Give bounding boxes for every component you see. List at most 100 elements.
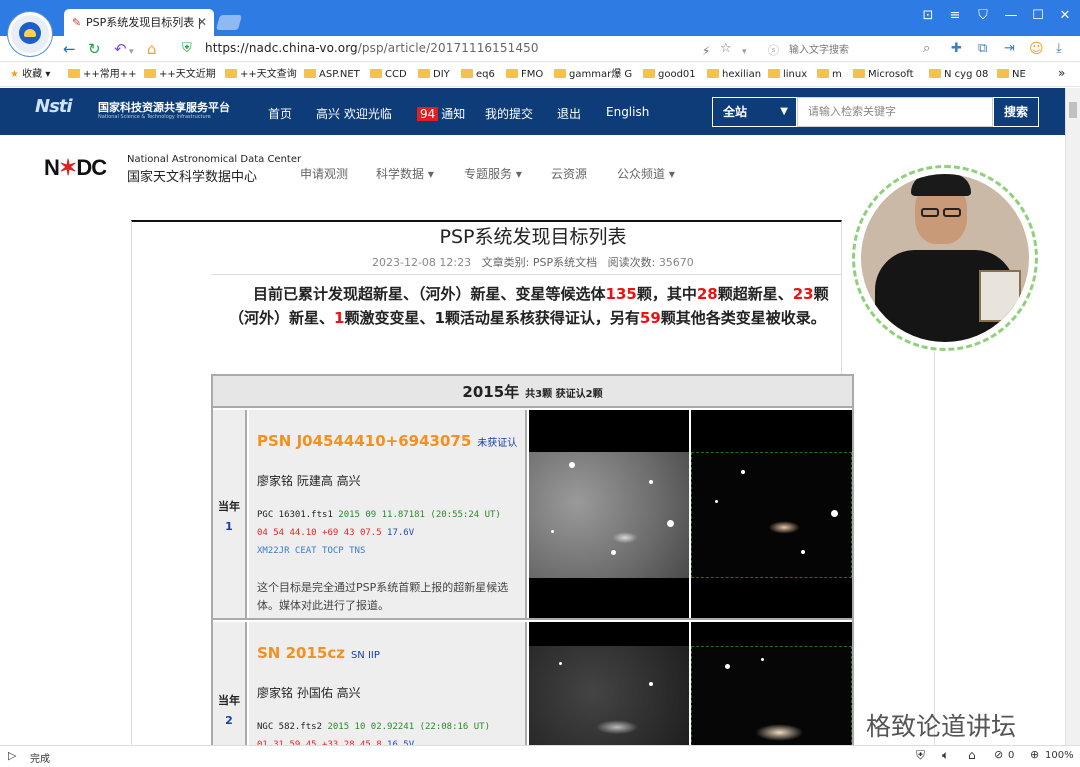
row-number[interactable]: 1 xyxy=(213,520,245,533)
bookmark-item[interactable]: eq6 xyxy=(461,68,495,82)
bookmark-label: good01 xyxy=(658,69,696,80)
minimize-icon[interactable]: — xyxy=(1003,8,1019,23)
nav-logout[interactable]: 退出 xyxy=(557,105,581,122)
observers: 廖家铭 阮建高 高兴 xyxy=(257,474,361,488)
scroll-thumb[interactable] xyxy=(1069,102,1077,118)
bookmark-item[interactable]: N cyg 08 xyxy=(929,68,988,82)
bookmark-item[interactable]: ++天文查询 xyxy=(225,68,297,82)
search-button[interactable]: 搜索 xyxy=(993,97,1039,127)
home-icon[interactable]: ⌂ xyxy=(147,39,157,59)
menu-science-data[interactable]: 科学数据 ▾ xyxy=(376,165,434,182)
discovery-image[interactable] xyxy=(529,410,689,618)
back-icon[interactable]: ← xyxy=(63,39,76,59)
bookmark-item[interactable]: gammar爆 G xyxy=(554,68,632,82)
bookmark-label: eq6 xyxy=(476,69,495,80)
menu-cloud[interactable]: 云资源 xyxy=(551,165,587,182)
star-icon[interactable]: ☆ xyxy=(720,39,732,59)
year-summary: 共3颗 获证认2颗 xyxy=(525,389,603,400)
menu-public[interactable]: 公众频道 ▾ xyxy=(617,165,675,182)
close-icon[interactable]: ✕ xyxy=(1057,8,1073,23)
bookmark-item[interactable]: NE xyxy=(997,68,1026,82)
bookmark-item[interactable]: ASP.NET xyxy=(304,68,360,82)
reference-links[interactable]: XM22JR CEAT TOCP TNS xyxy=(257,546,365,556)
obs-time: (20:55:24 UT) xyxy=(430,510,501,520)
bookmark-item[interactable]: linux xyxy=(768,68,807,82)
menu-icon[interactable]: ≡ xyxy=(947,8,963,23)
browser-search-input[interactable]: 输入文字搜索 xyxy=(789,41,849,56)
target-status: SN IIP xyxy=(350,650,380,661)
undo-icon[interactable]: ↶ xyxy=(114,39,127,59)
new-tab-button[interactable] xyxy=(215,15,243,30)
bookmark-item[interactable]: m xyxy=(817,68,842,82)
sidebar-icon[interactable]: ⇥ xyxy=(1004,39,1015,59)
category-label: 文章类别: xyxy=(481,256,530,269)
tab-list-icon[interactable]: ⊡ xyxy=(920,8,936,23)
site-search-input[interactable]: 请输入检索关键字 xyxy=(797,97,993,127)
menu-special-services[interactable]: 专题服务 ▾ xyxy=(464,165,522,182)
coordinates: 04 54 44.10 +69 43 07.5 xyxy=(257,528,382,538)
bookmark-label: Microsoft xyxy=(868,69,914,80)
intro-number: 23 xyxy=(792,285,814,303)
url-field[interactable]: https://nadc.china-vo.org/psp/article/20… xyxy=(205,41,539,55)
intro-text: 颗超新星、 xyxy=(717,285,793,303)
network-icon[interactable]: ⌂ xyxy=(968,748,976,762)
bookmark-item[interactable]: FMO xyxy=(506,68,543,82)
menu-apply-observation[interactable]: 申请观测 xyxy=(300,165,348,182)
maximize-icon[interactable]: ☐ xyxy=(1030,8,1046,23)
bookmark-item[interactable]: ++天文近期 xyxy=(144,68,216,82)
tab-active[interactable]: ✎ PSP系统发现目标列表 | ✕ xyxy=(64,9,214,36)
bookmark-item[interactable]: Microsoft xyxy=(853,68,914,82)
download-icon[interactable]: ⤓ xyxy=(1056,39,1062,59)
url-path: /psp/article/20171116151450 xyxy=(357,41,539,55)
divider xyxy=(934,352,935,745)
nav-my-submit[interactable]: 我的提交 xyxy=(485,105,533,122)
skin-icon[interactable]: ⛉ xyxy=(975,8,991,23)
nav-welcome[interactable]: 高兴 欢迎光临 xyxy=(316,105,392,122)
refresh-icon[interactable]: ↻ xyxy=(88,39,101,59)
target-name[interactable]: SN 2015cz SN IIP xyxy=(257,644,380,662)
discovery-image[interactable] xyxy=(529,622,689,752)
nsti-logo[interactable]: Nsti 国家科技资源共享服务平台 National Science & Tec… xyxy=(35,96,230,120)
nav-home[interactable]: 首页 xyxy=(268,105,292,122)
search-scope-select[interactable]: 全站 ▼ xyxy=(712,97,797,127)
menu-label: 公众频道 xyxy=(617,167,666,181)
shield-icon[interactable]: ⛨ xyxy=(916,748,925,763)
bookmark-item[interactable]: good01 xyxy=(643,68,696,82)
search-engine-icon[interactable]: ⓢ xyxy=(768,41,779,61)
extensions-icon[interactable]: ✚ xyxy=(951,39,962,59)
target-name[interactable]: PSN J04544410+6943075 未获证认 xyxy=(257,432,517,450)
speed-icon[interactable]: ⚡ xyxy=(702,41,710,61)
reference-image[interactable] xyxy=(691,622,852,752)
emoji-icon[interactable]: ☺ xyxy=(1029,39,1044,59)
bookmark-label: NE xyxy=(1012,69,1026,80)
obs-date: 2015 09 11.87181 xyxy=(338,510,425,520)
bookmark-item[interactable]: ++常用++ xyxy=(68,68,137,82)
bookmark-item[interactable]: hexilian xyxy=(707,68,761,82)
dropdown-icon[interactable]: ▾ xyxy=(742,42,747,62)
nav-english[interactable]: English xyxy=(606,105,649,119)
more-bookmarks-icon[interactable]: » xyxy=(1058,66,1065,80)
tab-close-icon[interactable]: ✕ xyxy=(197,9,207,36)
download-counter-icon[interactable]: ⊘ xyxy=(994,748,1003,761)
screenshot-icon[interactable]: ⧉ xyxy=(978,39,987,59)
reference-image[interactable] xyxy=(691,410,852,618)
nadc-logo[interactable]: N✶DC xyxy=(44,155,107,181)
nav-notice[interactable]: 94 通知 xyxy=(417,105,465,122)
search-icon[interactable]: ⌕ xyxy=(923,39,930,59)
download-counter: 0 xyxy=(1008,750,1015,761)
volume-icon[interactable]: 🔈︎ xyxy=(942,748,949,763)
bookmark-favorites[interactable]: ★ 收藏 ▾ xyxy=(10,68,50,82)
intro-number: 1 xyxy=(334,309,345,327)
bookmark-item[interactable]: CCD xyxy=(370,68,407,82)
bookmark-item[interactable]: DIY xyxy=(418,68,450,82)
vertical-scrollbar[interactable] xyxy=(1065,88,1080,745)
fits-file: PGC 16301.fts1 xyxy=(257,510,333,520)
row-number[interactable]: 2 xyxy=(213,714,245,727)
zoom-icon[interactable]: ⊕ xyxy=(1030,748,1039,761)
obs-time: (22:08:16 UT) xyxy=(419,722,491,732)
zoom-level[interactable]: 100% xyxy=(1045,750,1074,761)
play-icon[interactable]: ▷ xyxy=(8,749,16,762)
folder-icon xyxy=(506,69,518,78)
undo-dropdown-icon[interactable]: ▾ xyxy=(129,42,134,62)
article-category[interactable]: PSP系统文档 xyxy=(533,256,597,269)
